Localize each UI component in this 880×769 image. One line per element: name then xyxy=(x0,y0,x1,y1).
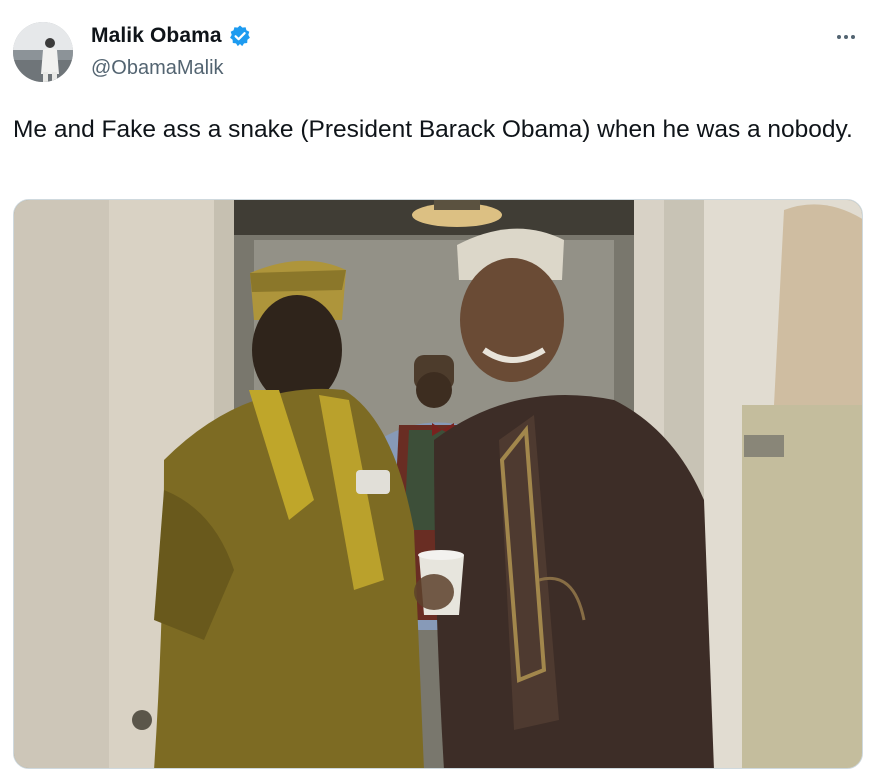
tweet-text: Me and Fake ass a snake (President Barac… xyxy=(13,116,853,143)
avatar-image xyxy=(13,22,73,82)
avatar[interactable] xyxy=(13,22,73,82)
more-dot xyxy=(837,35,841,39)
author-handle[interactable]: @ObamaMalik xyxy=(91,57,224,80)
author-name[interactable]: Malik Obama xyxy=(91,24,222,48)
photo-illustration xyxy=(14,200,862,768)
more-options-icon[interactable] xyxy=(832,28,860,46)
more-dot xyxy=(851,35,855,39)
tweet-photo[interactable] xyxy=(13,199,863,769)
verified-badge-icon xyxy=(228,24,252,48)
more-dot xyxy=(844,35,848,39)
author-name-row: Malik Obama xyxy=(91,24,252,48)
